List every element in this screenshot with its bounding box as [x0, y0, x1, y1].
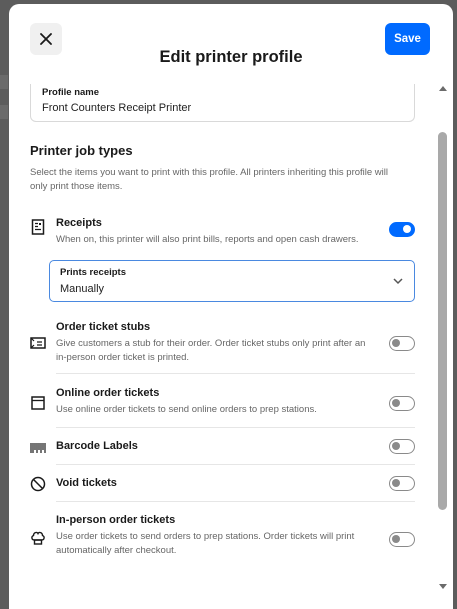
prints-receipts-value: Manually: [60, 283, 105, 295]
save-button[interactable]: Save: [385, 23, 430, 55]
background-peek: [0, 75, 8, 89]
divider: [56, 501, 415, 502]
order-ticket-stubs-toggle[interactable]: [389, 336, 415, 351]
toggle-knob: [392, 442, 400, 450]
profile-name-label: Profile name: [42, 87, 100, 98]
profile-name-value: Front Counters Receipt Printer: [42, 102, 192, 114]
toggle-knob: [392, 479, 400, 487]
void-circle-icon: [30, 476, 46, 492]
edit-printer-profile-modal: Edit printer profile Save Profile name F…: [9, 4, 453, 609]
browser-window-icon: [30, 395, 46, 411]
modal-scroll-area: Profile name Front Counters Receipt Prin…: [9, 84, 453, 609]
profile-name-field[interactable]: Profile name Front Counters Receipt Prin…: [30, 84, 415, 122]
toggle-knob: [392, 399, 400, 407]
job-type-name: Void tickets: [56, 477, 117, 489]
job-type-description: Use order tickets to send orders to prep…: [56, 531, 355, 556]
job-type-name: In-person order tickets: [56, 514, 176, 526]
background-peek: [0, 105, 8, 119]
barcode-labels-toggle[interactable]: [389, 439, 415, 454]
toggle-knob: [392, 339, 400, 347]
close-icon: [40, 33, 52, 45]
receipt-icon: [30, 219, 46, 235]
job-type-online-order-tickets: Online order tickets Use online order ti…: [30, 387, 415, 417]
job-type-description: When on, this printer will also print bi…: [56, 234, 359, 245]
section-description: Select the items you want to print with …: [30, 167, 388, 192]
scroll-up-arrow-icon[interactable]: [439, 86, 447, 91]
job-type-barcode-labels: Barcode Labels: [30, 439, 415, 460]
job-type-order-ticket-stubs: Order ticket stubs Give customers a stub…: [30, 321, 415, 363]
job-type-name: Receipts: [56, 217, 102, 229]
divider: [56, 464, 415, 465]
void-tickets-toggle[interactable]: [389, 476, 415, 491]
scrollbar[interactable]: [436, 84, 450, 589]
section-title: Printer job types: [30, 143, 133, 158]
toggle-knob: [403, 225, 411, 233]
job-type-name: Order ticket stubs: [56, 321, 151, 333]
toggle-knob: [392, 535, 400, 543]
job-type-in-person-order-tickets: In-person order tickets Use order ticket…: [30, 514, 415, 556]
scroll-down-arrow-icon[interactable]: [439, 584, 447, 589]
online-order-tickets-toggle[interactable]: [389, 396, 415, 411]
prints-receipts-select[interactable]: Prints receipts Manually: [49, 260, 415, 302]
job-type-description: Use online order tickets to send online …: [56, 404, 317, 415]
prints-receipts-label: Prints receipts: [60, 267, 126, 278]
job-type-void-tickets: Void tickets: [30, 476, 415, 497]
job-type-name: Barcode Labels: [56, 440, 138, 452]
scrollbar-thumb[interactable]: [438, 132, 447, 510]
divider: [56, 427, 415, 428]
divider: [56, 373, 415, 374]
job-type-receipts: Receipts When on, this printer will also…: [30, 217, 415, 247]
job-type-description: Give customers a stub for their order. O…: [56, 338, 366, 363]
receipts-toggle[interactable]: [389, 222, 415, 237]
chef-hat-icon: [30, 530, 46, 546]
ticket-stub-icon: [30, 335, 46, 351]
chevron-down-icon: [393, 278, 403, 285]
in-person-order-tickets-toggle[interactable]: [389, 532, 415, 547]
job-type-name: Online order tickets: [56, 387, 160, 399]
next-section-title-cut-off: [30, 589, 33, 603]
barcode-icon: [30, 440, 46, 456]
